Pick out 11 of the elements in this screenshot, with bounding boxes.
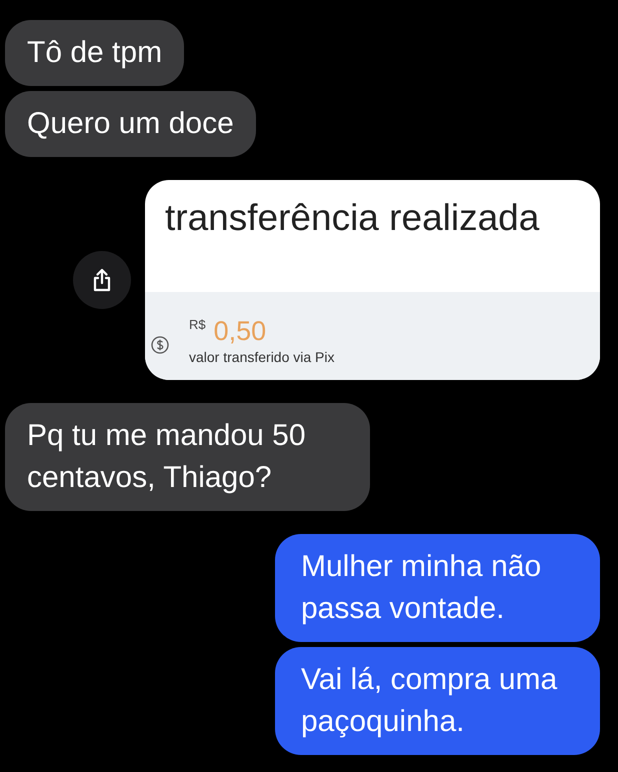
message-bubble: Pq tu me mandou 50 centavos, Thiago? xyxy=(5,403,370,511)
message-bubble: Quero um doce xyxy=(5,91,256,157)
transfer-title: transferência realizada xyxy=(165,197,540,238)
share-icon xyxy=(92,268,112,292)
dollar-icon xyxy=(151,336,169,354)
message-bubble: Mulher minha não passa vontade. xyxy=(275,534,600,642)
message-bubble: Vai lá, compra uma paçoquinha. xyxy=(275,647,600,755)
message-bubble: Tô de tpm xyxy=(5,20,184,86)
currency-label: R$ xyxy=(189,316,206,334)
amount-value: 0,50 xyxy=(214,315,266,347)
transfer-caption: valor transferido via Pix xyxy=(189,348,335,367)
